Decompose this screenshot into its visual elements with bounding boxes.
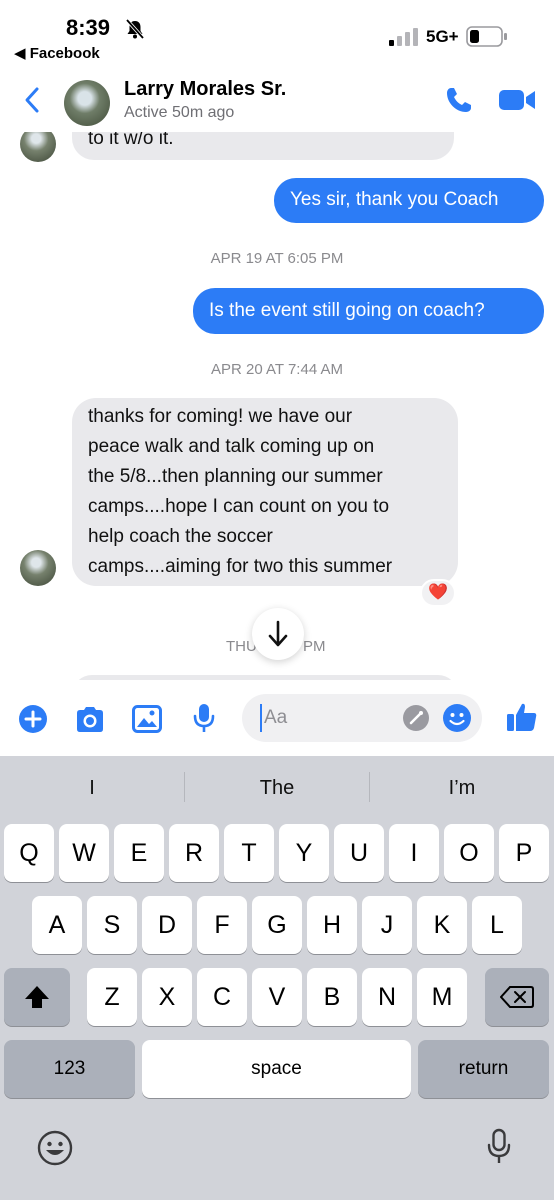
signal-icon (389, 28, 418, 46)
space-key[interactable]: space (142, 1040, 411, 1098)
phone-icon[interactable] (444, 85, 474, 115)
message-line: camps....aiming for two this summer (88, 556, 393, 577)
key-a[interactable]: A (32, 896, 82, 954)
key-l[interactable]: L (472, 896, 522, 954)
key-t[interactable]: T (224, 824, 274, 882)
conversation-header: Larry Morales Sr. Active 50m ago (0, 70, 554, 132)
key-s[interactable]: S (87, 896, 137, 954)
key-w[interactable]: W (59, 824, 109, 882)
composer-bar (0, 680, 554, 756)
plus-icon[interactable] (18, 704, 48, 734)
message-bubble-outgoing[interactable]: Is the event still going on coach? (193, 288, 544, 334)
key-b[interactable]: B (307, 968, 357, 1026)
sender-avatar (20, 132, 56, 162)
key-x[interactable]: X (142, 968, 192, 1026)
key-p[interactable]: P (499, 824, 549, 882)
message-line: help coach the soccer (88, 526, 273, 547)
dictation-icon[interactable] (486, 1128, 512, 1166)
emoji-icon[interactable] (442, 703, 472, 733)
key-m[interactable]: M (417, 968, 467, 1026)
delete-key[interactable] (485, 968, 549, 1026)
scroll-to-bottom-button[interactable] (252, 608, 304, 660)
contact-name[interactable]: Larry Morales Sr. (124, 78, 286, 101)
message-text: to it w/o it. (88, 132, 174, 149)
status-time: 8:39 (66, 15, 111, 40)
image-icon[interactable] (132, 705, 162, 733)
key-n[interactable]: N (362, 968, 412, 1026)
message-text: Yes sir, thank you Coach (290, 189, 499, 210)
numbers-key[interactable]: 123 (4, 1040, 135, 1098)
contact-status: Active 50m ago (124, 104, 235, 121)
message-input-container[interactable] (242, 694, 482, 742)
bell-slash-icon (125, 18, 145, 40)
key-y[interactable]: Y (279, 824, 329, 882)
key-r[interactable]: R (169, 824, 219, 882)
key-e[interactable]: E (114, 824, 164, 882)
sticker-icon[interactable] (402, 704, 430, 732)
like-icon[interactable] (506, 701, 538, 733)
camera-icon[interactable] (74, 704, 106, 734)
key-k[interactable]: K (417, 896, 467, 954)
delete-icon (499, 986, 534, 1008)
suggestion-3[interactable]: I’m (370, 770, 554, 806)
key-h[interactable]: H (307, 896, 357, 954)
message-line: camps....hope I can count on you to (88, 496, 390, 517)
key-g[interactable]: G (252, 896, 302, 954)
timestamp-right: PM (303, 638, 326, 655)
message-text: Is the event still going on coach? (209, 300, 485, 321)
back-to-facebook-link[interactable]: ◀ Facebook (14, 44, 100, 62)
suggestion-1[interactable]: I (0, 770, 184, 806)
key-i[interactable]: I (389, 824, 439, 882)
message-line: peace walk and talk coming up on (88, 436, 375, 457)
mic-icon[interactable] (192, 702, 216, 734)
message-input[interactable] (260, 704, 400, 732)
shift-icon (25, 986, 49, 1008)
video-icon[interactable] (498, 88, 536, 112)
key-u[interactable]: U (334, 824, 384, 882)
message-thread[interactable]: to it w/o it. Yes sir, thank you Coach A… (0, 132, 554, 680)
message-bubble-incoming[interactable]: to it w/o it. (72, 132, 454, 160)
key-c[interactable]: C (197, 968, 247, 1026)
key-v[interactable]: V (252, 968, 302, 1026)
key-o[interactable]: O (444, 824, 494, 882)
suggestion-2[interactable]: The (185, 770, 369, 806)
battery-icon (466, 26, 507, 47)
keyboard: I The I’m Q W E R T Y U I O P A S D F G … (0, 756, 554, 1200)
message-timestamp: APR 20 AT 7:44 AM (210, 361, 344, 378)
return-key[interactable]: return (418, 1040, 549, 1098)
message-timestamp: APR 19 AT 6:05 PM (210, 250, 344, 267)
message-line: thanks for coming! we have our (88, 406, 353, 427)
key-j[interactable]: J (362, 896, 412, 954)
arrow-down-icon (268, 620, 288, 647)
message-bubble-incoming[interactable]: thanks for coming! we have our peace wal… (72, 398, 458, 586)
key-d[interactable]: D (142, 896, 192, 954)
message-bubble-outgoing[interactable]: Yes sir, thank you Coach (274, 178, 544, 223)
network-label: 5G+ (426, 27, 459, 46)
shift-key[interactable] (4, 968, 70, 1026)
emoji-keyboard-icon[interactable] (37, 1130, 73, 1166)
message-line: the 5/8...then planning our summer (88, 466, 383, 487)
back-chevron-icon[interactable] (22, 86, 42, 114)
sender-avatar (20, 550, 56, 586)
key-z[interactable]: Z (87, 968, 137, 1026)
status-bar: 8:39 ◀ Facebook 5G+ (0, 0, 554, 70)
key-q[interactable]: Q (4, 824, 54, 882)
key-f[interactable]: F (197, 896, 247, 954)
heart-reaction[interactable]: ❤️ (420, 579, 456, 607)
contact-avatar[interactable] (64, 80, 110, 126)
